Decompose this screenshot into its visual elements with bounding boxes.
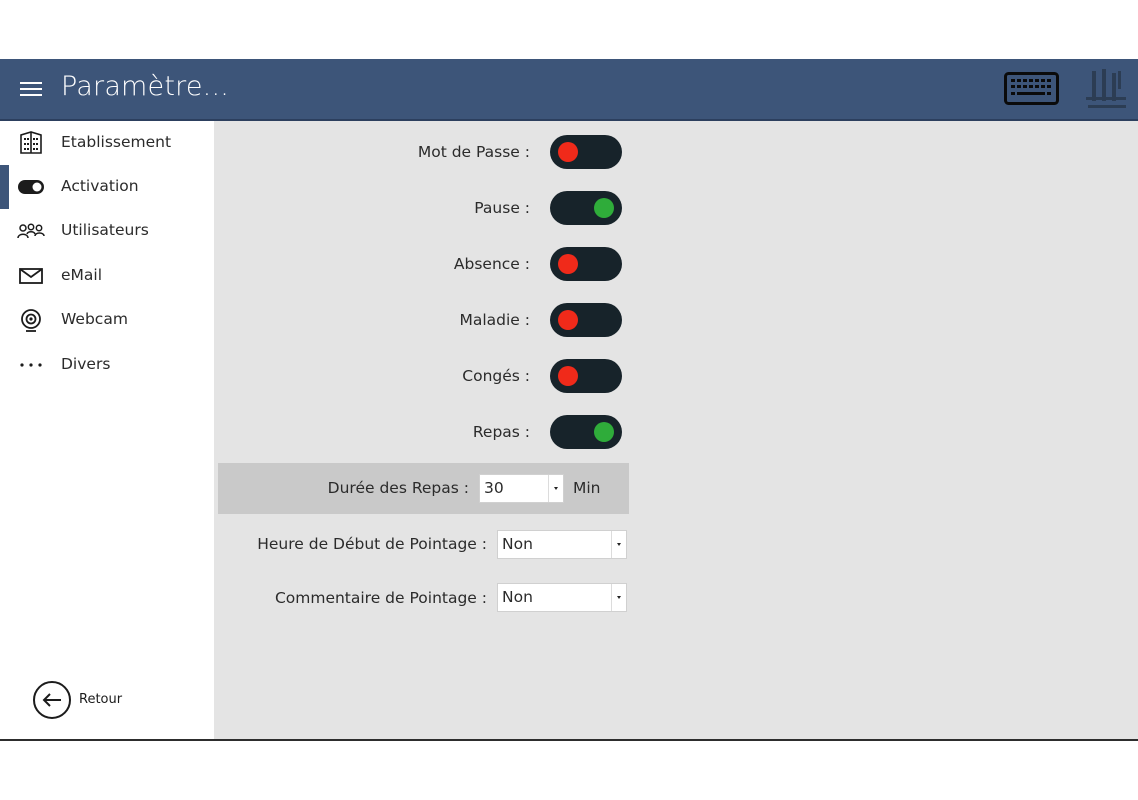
- toggle-label: Repas :: [472, 423, 530, 441]
- duree-repas-label: Durée des Repas :: [327, 479, 469, 497]
- back-arrow-icon: [33, 681, 71, 719]
- sidebar-item-activation[interactable]: Activation: [0, 165, 214, 209]
- toggle-icon: [17, 175, 45, 199]
- sidebar-item-divers[interactable]: Divers: [0, 343, 214, 387]
- heure-debut-value: Non: [502, 535, 533, 553]
- toggle-absence[interactable]: [550, 247, 622, 281]
- chevron-down-icon[interactable]: [548, 475, 563, 502]
- toggle-knob: [558, 254, 578, 274]
- toggle-knob: [558, 366, 578, 386]
- duree-repas-value: 30: [484, 479, 504, 497]
- toggle-mot-de-passe[interactable]: [550, 135, 622, 169]
- toggle-knob: [558, 310, 578, 330]
- chevron-down-icon[interactable]: [611, 584, 626, 611]
- sidebar-item-label: Etablissement: [61, 133, 172, 151]
- back-label: Retour: [79, 692, 123, 707]
- app-logo: [1082, 67, 1132, 113]
- sidebar-item-label: Webcam: [61, 310, 128, 328]
- duree-repas-unit: Min: [573, 479, 601, 497]
- duree-repas-select[interactable]: 30: [479, 474, 564, 503]
- duree-repas-row: Durée des Repas : 30 Min: [218, 463, 629, 514]
- heure-debut-select[interactable]: Non: [497, 530, 627, 559]
- commentaire-value: Non: [502, 588, 533, 606]
- toggle-label: Congés :: [462, 367, 530, 385]
- keyboard-icon[interactable]: [1004, 72, 1059, 105]
- sidebar-item-label: Utilisateurs: [61, 221, 149, 239]
- toggle-repas[interactable]: [550, 415, 622, 449]
- toggle-label: Absence :: [453, 255, 530, 273]
- commentaire-select[interactable]: Non: [497, 583, 627, 612]
- toggle-knob: [594, 198, 614, 218]
- more-icon: [17, 353, 45, 377]
- sidebar-item-label: eMail: [61, 266, 103, 284]
- sidebar-item-utilisateurs[interactable]: Utilisateurs: [0, 209, 214, 253]
- mail-icon: [17, 264, 45, 288]
- webcam-icon: [17, 308, 45, 332]
- toggle-conges[interactable]: [550, 359, 622, 393]
- chevron-down-icon[interactable]: [611, 531, 626, 558]
- back-button[interactable]: Retour: [33, 681, 153, 723]
- sidebar-item-webcam[interactable]: Webcam: [0, 298, 214, 342]
- toggle-knob: [558, 142, 578, 162]
- toggle-label: Mot de Passe :: [417, 143, 530, 161]
- active-indicator: [0, 165, 9, 209]
- toggle-label: Pause :: [474, 199, 530, 217]
- sidebar-item-email[interactable]: eMail: [0, 254, 214, 298]
- heure-debut-label: Heure de Début de Pointage :: [257, 535, 487, 553]
- users-icon: [17, 219, 45, 243]
- sidebar: Etablissement Activation Utilisateurs eM…: [0, 121, 214, 740]
- header-bar: Paramètre...: [0, 59, 1138, 121]
- window-bottom-border: [0, 739, 1138, 741]
- toggle-label: Maladie :: [459, 311, 530, 329]
- toggle-maladie[interactable]: [550, 303, 622, 337]
- app-window: Paramètre... Etablissement Activation Ut…: [0, 59, 1138, 740]
- sidebar-item-label: Divers: [61, 355, 111, 373]
- hamburger-icon[interactable]: [20, 80, 42, 98]
- sidebar-item-label: Activation: [61, 177, 139, 195]
- building-icon: [17, 131, 45, 155]
- page-title: Paramètre...: [61, 71, 230, 102]
- commentaire-label: Commentaire de Pointage :: [274, 589, 487, 607]
- toggle-knob: [594, 422, 614, 442]
- toggle-pause[interactable]: [550, 191, 622, 225]
- sidebar-item-etablissement[interactable]: Etablissement: [0, 121, 214, 165]
